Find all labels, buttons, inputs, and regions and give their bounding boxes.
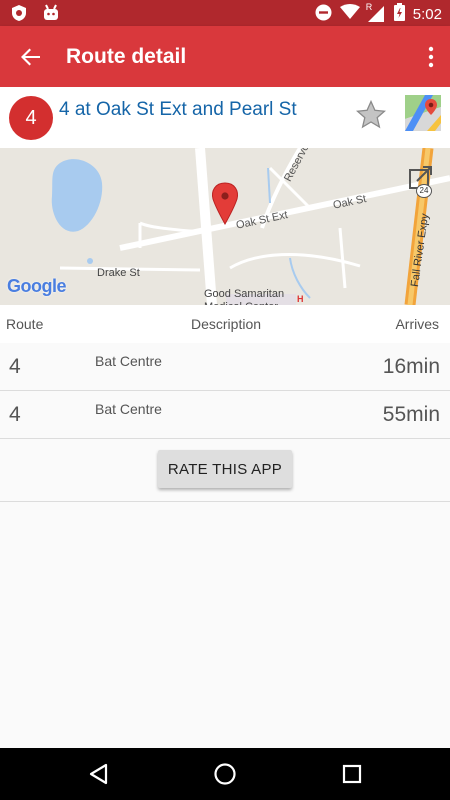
shield-notification-icon (10, 4, 28, 27)
rate-area: RATE THIS APP (0, 437, 450, 502)
route-badge: 4 (9, 96, 53, 140)
departures-table-header: Route Description Arrives (0, 305, 450, 343)
row-route: 4 (9, 403, 21, 426)
do-not-disturb-icon (315, 4, 332, 25)
row-description: Bat Centre (95, 401, 162, 417)
rate-app-button[interactable]: RATE THIS APP (158, 450, 292, 488)
recents-square-icon[interactable] (340, 762, 364, 786)
departure-row[interactable]: 4 Bat Centre 55min (0, 391, 450, 439)
row-arrives: 16min (382, 355, 440, 378)
page-title: Route detail (66, 45, 187, 68)
route-map[interactable]: Reservoir St Oak St Ext Oak St Drake St … (0, 148, 450, 305)
google-logo: Google (7, 276, 67, 296)
app-bar: Route detail (0, 26, 450, 87)
signal-icon: R (366, 2, 386, 22)
back-triangle-icon[interactable] (87, 762, 111, 786)
description-column-header: Description (191, 316, 262, 332)
navigation-bar (0, 748, 450, 800)
route-column-header: Route (6, 316, 44, 332)
route-shield-label: 24 (416, 184, 432, 198)
home-circle-icon[interactable] (213, 762, 237, 786)
row-route: 4 (9, 355, 21, 378)
network-type-label: R (365, 2, 373, 12)
row-arrives: 55min (382, 403, 440, 426)
wifi-icon (339, 4, 360, 24)
stop-name: 4 at Oak St Ext and Pearl St (59, 99, 297, 120)
status-bar: R 5:02 (0, 0, 450, 26)
android-notification-icon (42, 4, 60, 27)
map-label-drake-st: Drake St (97, 267, 140, 279)
back-arrow-icon[interactable] (18, 44, 44, 70)
arrives-column-header: Arrives (395, 316, 439, 332)
favorite-star-icon[interactable] (355, 99, 387, 130)
overflow-menu-icon[interactable] (426, 46, 436, 68)
clock: 5:02 (412, 5, 442, 23)
battery-icon (393, 3, 405, 25)
row-description: Bat Centre (95, 353, 162, 369)
hospital-marker: H (297, 294, 304, 304)
map-label-hospital: Good Samaritan Medical Center (204, 288, 285, 305)
google-maps-icon[interactable] (405, 95, 441, 131)
departure-row[interactable]: 4 Bat Centre 16min (0, 343, 450, 391)
